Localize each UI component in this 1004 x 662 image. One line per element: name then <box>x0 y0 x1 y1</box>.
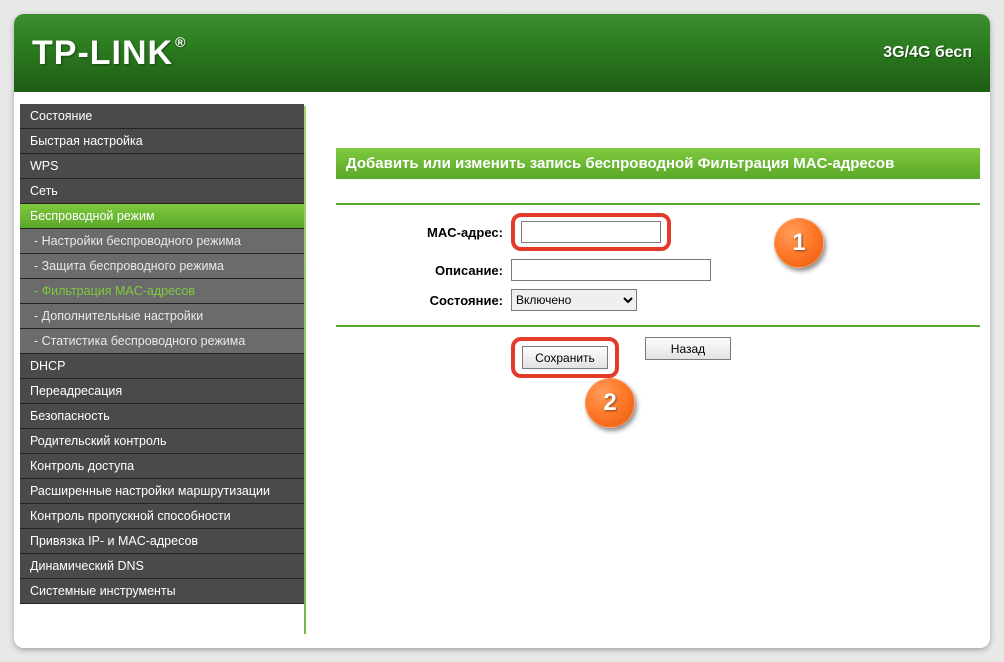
sidebar-item[interactable]: Беспроводной режим <box>20 204 304 229</box>
mac-input[interactable] <box>521 221 661 243</box>
save-button[interactable]: Сохранить <box>522 346 608 369</box>
row-description: Описание: <box>336 259 980 281</box>
sidebar-item[interactable]: WPS <box>20 154 304 179</box>
callout-1: 1 <box>774 218 824 268</box>
sidebar-item[interactable]: Расширенные настройки маршрутизации <box>20 479 304 504</box>
mac-label: MAC-адрес: <box>336 225 511 240</box>
description-input[interactable] <box>511 259 711 281</box>
sidebar-item[interactable]: Родительский контроль <box>20 429 304 454</box>
header-subtitle: 3G/4G бесп <box>883 44 972 62</box>
logo-reg: ® <box>175 34 186 50</box>
row-mac: MAC-адрес: <box>336 213 980 251</box>
sidebar-item[interactable]: Состояние <box>20 104 304 129</box>
row-state: Состояние: Включено <box>336 289 980 311</box>
sidebar-item[interactable]: DHCP <box>20 354 304 379</box>
description-label: Описание: <box>336 263 511 278</box>
highlight-mac <box>511 213 671 251</box>
sidebar-item[interactable]: - Статистика беспроводного режима <box>20 329 304 354</box>
sidebar-item[interactable]: Динамический DNS <box>20 554 304 579</box>
sidebar-item[interactable]: Переадресация <box>20 379 304 404</box>
sidebar: СостояниеБыстрая настройкаWPSСетьБеспров… <box>14 92 304 648</box>
sidebar-item[interactable]: Контроль доступа <box>20 454 304 479</box>
header: TP-LINK® 3G/4G бесп <box>14 14 990 92</box>
callout-2: 2 <box>585 378 635 428</box>
logo: TP-LINK® <box>32 34 186 73</box>
state-label: Состояние: <box>336 293 511 308</box>
sidebar-item[interactable]: Контроль пропускной способности <box>20 504 304 529</box>
sidebar-item[interactable]: Сеть <box>20 179 304 204</box>
sidebar-item[interactable]: - Настройки беспроводного режима <box>20 229 304 254</box>
nav-menu: СостояниеБыстрая настройкаWPSСетьБеспров… <box>20 104 304 604</box>
divider <box>336 325 980 327</box>
logo-text: TP-LINK <box>32 34 173 72</box>
back-button[interactable]: Назад <box>645 337 731 360</box>
divider <box>336 203 980 205</box>
sidebar-item[interactable]: Быстрая настройка <box>20 129 304 154</box>
sidebar-item[interactable]: - Дополнительные настройки <box>20 304 304 329</box>
sidebar-item[interactable]: - Защита беспроводного режима <box>20 254 304 279</box>
state-select[interactable]: Включено <box>511 289 637 311</box>
button-row: Сохранить Назад <box>511 337 980 378</box>
sidebar-item[interactable]: Безопасность <box>20 404 304 429</box>
sidebar-item[interactable]: Привязка IP- и MAC-адресов <box>20 529 304 554</box>
sidebar-item[interactable]: Системные инструменты <box>20 579 304 604</box>
sidebar-item[interactable]: - Фильтрация MAC-адресов <box>20 279 304 304</box>
main-content: Добавить или изменить запись беспроводно… <box>306 92 990 648</box>
highlight-save: Сохранить <box>511 337 619 378</box>
page-title: Добавить или изменить запись беспроводно… <box>336 148 980 179</box>
